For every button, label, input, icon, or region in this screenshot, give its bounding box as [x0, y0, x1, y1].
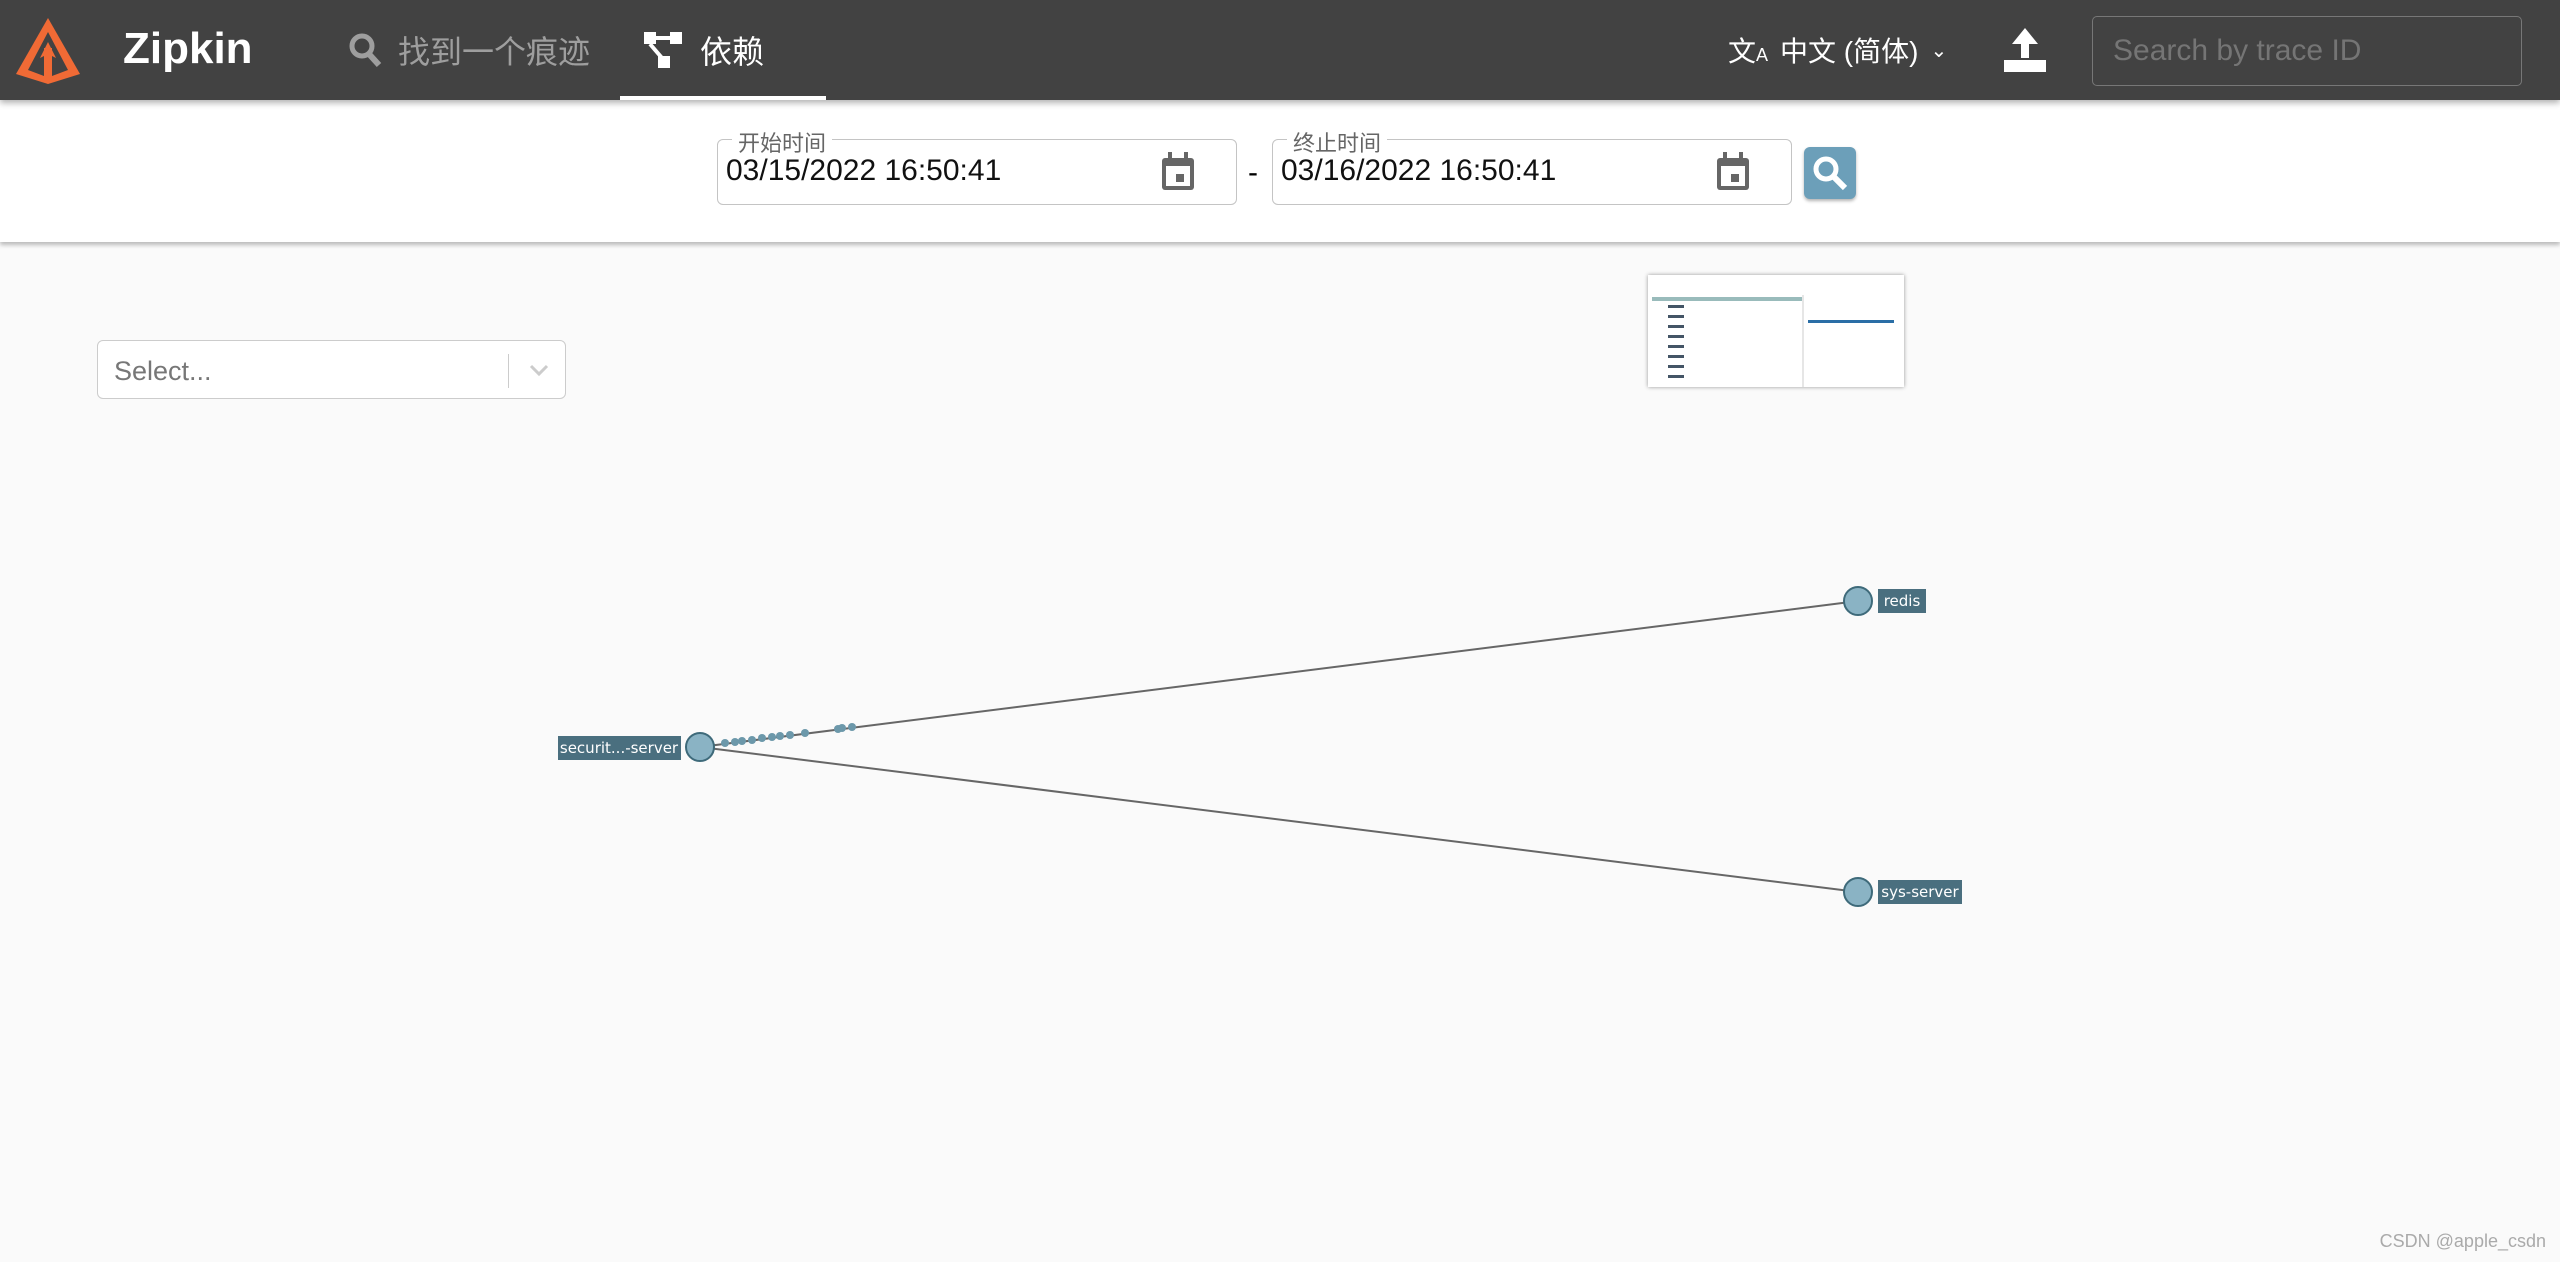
node-sys-server[interactable]: sys-server — [1843, 877, 1962, 907]
node-security[interactable]: securit...-server — [558, 732, 715, 762]
upload-button[interactable] — [2004, 28, 2046, 77]
dependency-icon — [644, 32, 682, 68]
date-range-toolbar: 开始时间 03/15/2022 16:50:41 - 终止时间 03/16/20… — [0, 100, 2560, 242]
upload-icon — [2004, 28, 2046, 72]
search-icon — [349, 33, 382, 68]
calendar-icon[interactable] — [1160, 152, 1196, 192]
calendar-icon[interactable] — [1715, 152, 1751, 192]
end-time-value[interactable]: 03/16/2022 16:50:41 — [1281, 154, 1556, 188]
edge-traffic-dots — [721, 723, 856, 747]
language-label: 中文 (简体) — [1780, 36, 1919, 67]
nav-find-trace[interactable]: 找到一个痕迹 — [348, 0, 590, 100]
chevron-down-icon: ⌄ — [1930, 39, 1948, 62]
search-button[interactable] — [1804, 147, 1856, 199]
node-label: securit...-server — [560, 739, 679, 757]
translate-icon: 文A — [1728, 36, 1769, 67]
start-time-value[interactable]: 03/15/2022 16:50:41 — [726, 154, 1001, 188]
edge-security-redis[interactable] — [699, 600, 1859, 748]
language-selector[interactable]: 文A 中文 (简体) ⌄ — [1728, 30, 1947, 70]
top-bar: Zipkin 找到一个痕迹 依赖 文A 中文 (简体) ⌄ — [0, 0, 2560, 100]
search-icon — [1813, 156, 1848, 191]
zipkin-logo-icon[interactable] — [16, 18, 80, 89]
node-redis[interactable]: redis — [1843, 586, 1926, 616]
nav-label: 依赖 — [700, 34, 765, 70]
nav-label: 找到一个痕迹 — [398, 34, 591, 70]
range-separator: - — [1248, 156, 1258, 189]
nav-dependencies[interactable]: 依赖 — [620, 0, 826, 100]
node-label: sys-server — [1881, 883, 1959, 901]
node-label: redis — [1884, 592, 1921, 610]
trace-id-search-input[interactable] — [2092, 16, 2522, 86]
brand-name[interactable]: Zipkin — [123, 24, 253, 74]
edge-security-sys[interactable] — [699, 746, 1859, 893]
start-time-field[interactable]: 开始时间 03/15/2022 16:50:41 — [717, 126, 1237, 205]
end-time-field[interactable]: 终止时间 03/16/2022 16:50:41 — [1272, 126, 1792, 205]
